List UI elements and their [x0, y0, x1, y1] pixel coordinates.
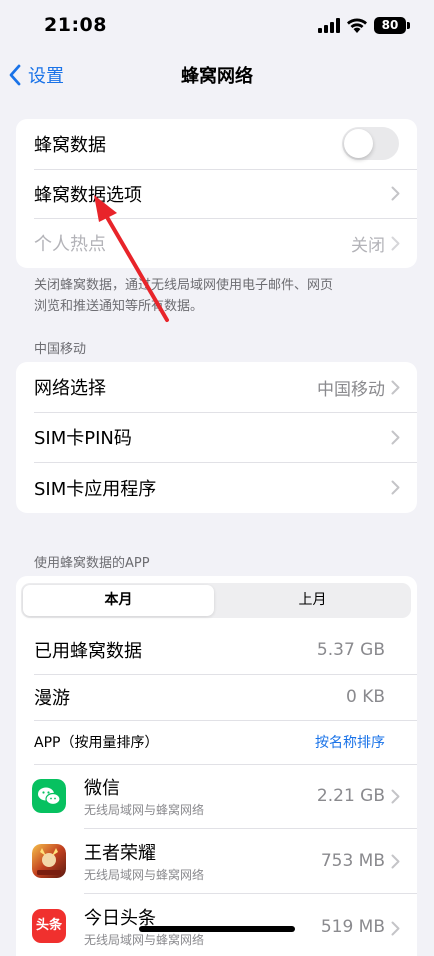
cellular-data-row: 蜂窝数据 — [16, 119, 417, 169]
period-segmented-control: 本月 上月 — [21, 583, 411, 618]
app-subtitle: 无线局域网与蜂窝网络 — [84, 803, 205, 817]
footnote-line: 关闭蜂窝数据，通过无线局域网使用电子邮件、网页 — [34, 278, 334, 293]
sim-pin-label: SIM卡PIN码 — [34, 428, 132, 449]
chevron-right-icon — [391, 380, 400, 394]
sim-apps-row[interactable]: SIM卡应用程序 — [16, 462, 417, 513]
usage-group: 本月 上月 已用蜂窝数据 5.37 GB 漫游 0 KB APP（按用量排序） … — [16, 576, 417, 956]
chevron-right-icon — [391, 186, 400, 201]
sim-apps-label: SIM卡应用程序 — [34, 478, 157, 500]
used-data-value: 5.37 GB — [316, 640, 385, 660]
carrier-section-header: 中国移动 — [34, 342, 87, 357]
chevron-right-icon — [391, 480, 400, 495]
chevron-right-icon — [391, 430, 400, 444]
network-select-row[interactable]: 网络选择 中国移动 — [16, 362, 417, 412]
sort-by-name-link[interactable]: 按名称排序 — [315, 732, 385, 752]
home-indicator — [139, 926, 295, 932]
app-subtitle: 无线局域网与蜂窝网络 — [84, 933, 205, 947]
roaming-row: 漫游 0 KB — [16, 674, 417, 720]
used-data-row: 已用蜂窝数据 5.37 GB — [16, 626, 417, 674]
battery-cap — [407, 22, 410, 29]
toutiao-app-icon: 头条 — [32, 909, 66, 943]
usage-section-header: 使用蜂窝数据的APP — [34, 556, 150, 571]
cellular-data-toggle[interactable] — [342, 127, 399, 160]
tab-last-month[interactable]: 上月 — [217, 585, 408, 616]
network-select-label: 网络选择 — [34, 378, 106, 399]
page-title: 蜂窝网络 — [181, 66, 253, 87]
app-row-wechat[interactable]: 微信 无线局域网与蜂窝网络 2.21 GB — [16, 764, 417, 828]
hotspot-row: 个人热点 关闭 — [16, 218, 417, 268]
cellular-signal-icon — [318, 18, 340, 33]
used-data-label: 已用蜂窝数据 — [34, 641, 142, 662]
hotspot-value: 关闭 — [351, 235, 385, 256]
sim-pin-row[interactable]: SIM卡PIN码 — [16, 412, 417, 462]
app-usage: 753 MB — [320, 851, 385, 871]
app-name: 微信 — [84, 778, 120, 799]
toggle-knob — [344, 129, 373, 158]
app-usage: 519 MB — [320, 917, 385, 937]
wifi-icon — [347, 18, 367, 33]
app-usage: 2.21 GB — [316, 786, 385, 806]
network-select-value: 中国移动 — [317, 379, 385, 400]
roaming-label: 漫游 — [34, 688, 70, 709]
carrier-group: 网络选择 中国移动 SIM卡PIN码 SIM卡应用程序 — [16, 362, 417, 513]
hotspot-label: 个人热点 — [34, 234, 106, 255]
wechat-app-icon — [32, 779, 66, 813]
chevron-right-icon — [391, 236, 400, 250]
app-row-honor-of-kings[interactable]: 王者荣耀 无线局域网与蜂窝网络 753 MB — [16, 829, 417, 893]
footnote-line: 浏览和推送通知等所有数据。 — [34, 299, 204, 314]
battery-icon: 80 — [374, 17, 406, 34]
cellular-data-group: 蜂窝数据 蜂窝数据选项 个人热点 关闭 — [16, 119, 417, 268]
roaming-value: 0 KB — [345, 687, 385, 707]
cellular-data-label: 蜂窝数据 — [34, 135, 106, 156]
tab-this-month[interactable]: 本月 — [23, 585, 214, 616]
cellular-footnote: 关闭蜂窝数据，通过无线局域网使用电子邮件、网页 浏览和推送通知等所有数据。 — [34, 275, 404, 317]
app-row-toutiao[interactable]: 头条 今日头条 无线局域网与蜂窝网络 519 MB — [16, 894, 417, 956]
app-subtitle: 无线局域网与蜂窝网络 — [84, 868, 205, 882]
status-time: 21:08 — [44, 14, 107, 36]
honor-of-kings-app-icon — [32, 844, 66, 878]
chevron-right-icon — [391, 854, 400, 868]
cellular-options-row[interactable]: 蜂窝数据选项 — [16, 169, 417, 218]
cellular-options-label: 蜂窝数据选项 — [34, 184, 142, 206]
chevron-right-icon — [391, 789, 400, 803]
apps-header-row: APP（按用量排序） 按名称排序 — [16, 720, 417, 764]
app-name: 王者荣耀 — [84, 843, 156, 864]
chevron-right-icon — [391, 921, 400, 936]
apps-header-label: APP（按用量排序） — [34, 735, 159, 751]
